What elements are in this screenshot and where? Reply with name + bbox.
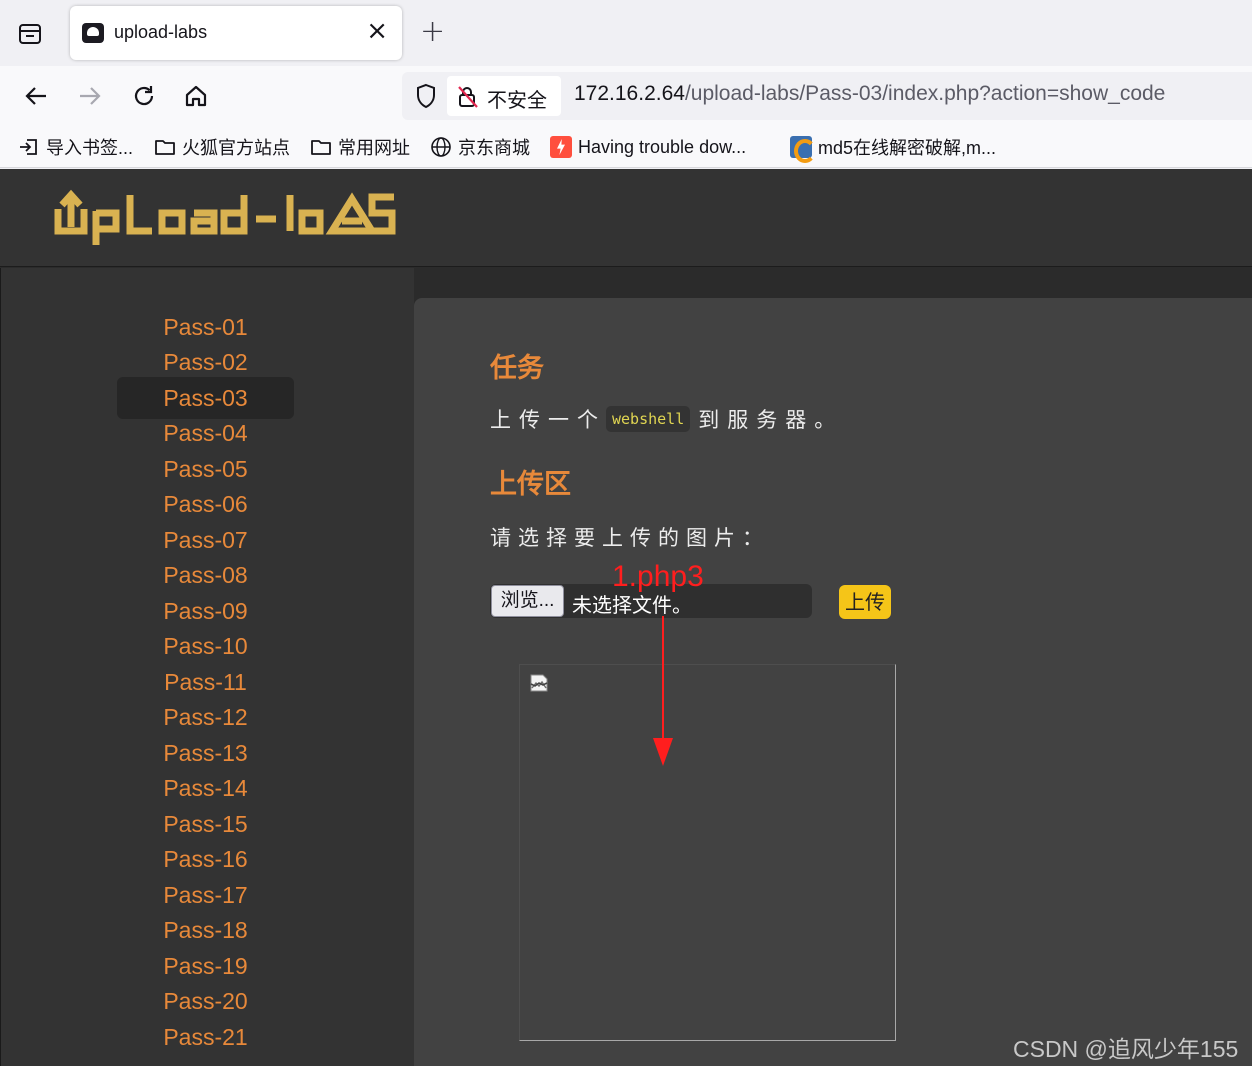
- tab-strip: upload-labs × +: [0, 0, 1252, 66]
- sidebar-item-pass-21[interactable]: Pass-21: [117, 1016, 294, 1058]
- task-heading: 任务: [490, 353, 544, 384]
- task-description: 上传一个 webshell 到服务器。: [490, 406, 844, 432]
- address-bar[interactable]: 不安全 172.16.2.64/upload-labs/Pass-03/inde…: [402, 72, 1252, 120]
- not-secure-label: 不安全: [487, 90, 547, 112]
- back-icon[interactable]: [20, 80, 52, 112]
- bookmark-firefox-sites[interactable]: 火狐官方站点: [154, 134, 290, 160]
- folder-icon: [310, 136, 332, 158]
- bookmark-jd[interactable]: 京东商城: [430, 134, 530, 160]
- tab-close-icon[interactable]: ×: [366, 18, 388, 44]
- upload-submit-button[interactable]: 上传: [839, 585, 891, 619]
- main-content: 任务 上传一个 webshell 到服务器。 上传区 请选择要上传的图片： 浏览…: [414, 298, 1252, 1066]
- navigation-toolbar: 不安全 172.16.2.64/upload-labs/Pass-03/inde…: [0, 66, 1252, 126]
- site-favicon-icon: [82, 23, 104, 43]
- forward-icon[interactable]: [74, 80, 106, 112]
- insecure-lock-icon: [457, 85, 479, 109]
- cmd5-icon: [790, 136, 816, 163]
- home-icon[interactable]: [180, 80, 212, 112]
- url-text[interactable]: 172.16.2.64/upload-labs/Pass-03/index.ph…: [574, 82, 1165, 106]
- url-path: /upload-labs/Pass-03/index.php?action=sh…: [684, 82, 1166, 105]
- annotation-arrow-icon: [653, 616, 673, 766]
- webshell-code: webshell: [606, 406, 691, 432]
- web-page: Pass-01 Pass-02 Pass-03 Pass-04 Pass-05 …: [0, 169, 1252, 1066]
- upload-labs-logo[interactable]: [54, 187, 398, 249]
- reload-icon[interactable]: [128, 80, 160, 112]
- tab-title: upload-labs: [114, 22, 208, 42]
- browse-button[interactable]: 浏览...: [491, 585, 564, 617]
- bookmark-having-trouble[interactable]: Having trouble dow...: [550, 134, 746, 160]
- annotation-filename: 1.php3: [612, 560, 704, 593]
- upload-prompt: 请选择要上传的图片：: [490, 526, 770, 550]
- url-host: 172.16.2.64: [574, 82, 685, 105]
- globe-icon: [430, 136, 452, 158]
- active-tab[interactable]: upload-labs ×: [70, 6, 402, 60]
- bookmark-import[interactable]: 导入书签...: [18, 134, 133, 160]
- bookmarks-toolbar: 导入书签... 火狐官方站点 常用网址 京东商城 Having trouble …: [0, 126, 1252, 168]
- site-header: [0, 169, 1252, 267]
- bookmark-md5[interactable]: md5在线解密破解,m...: [790, 134, 996, 163]
- import-icon: [18, 136, 40, 158]
- tracking-shield-icon[interactable]: [414, 82, 438, 110]
- tab-list-icon[interactable]: [16, 20, 44, 48]
- folder-icon: [154, 136, 176, 158]
- pass-sidebar: Pass-01 Pass-02 Pass-03 Pass-04 Pass-05 …: [0, 268, 414, 1066]
- bolt-icon: [550, 136, 572, 158]
- broken-image-icon: [529, 673, 549, 693]
- image-preview-box: [519, 664, 896, 1041]
- connection-not-secure-button[interactable]: 不安全: [447, 76, 561, 116]
- bookmark-common-sites[interactable]: 常用网址: [310, 134, 410, 160]
- csdn-watermark: CSDN @追风少年155: [1013, 1036, 1239, 1062]
- upload-heading: 上传区: [490, 469, 571, 500]
- new-tab-icon[interactable]: +: [420, 14, 445, 50]
